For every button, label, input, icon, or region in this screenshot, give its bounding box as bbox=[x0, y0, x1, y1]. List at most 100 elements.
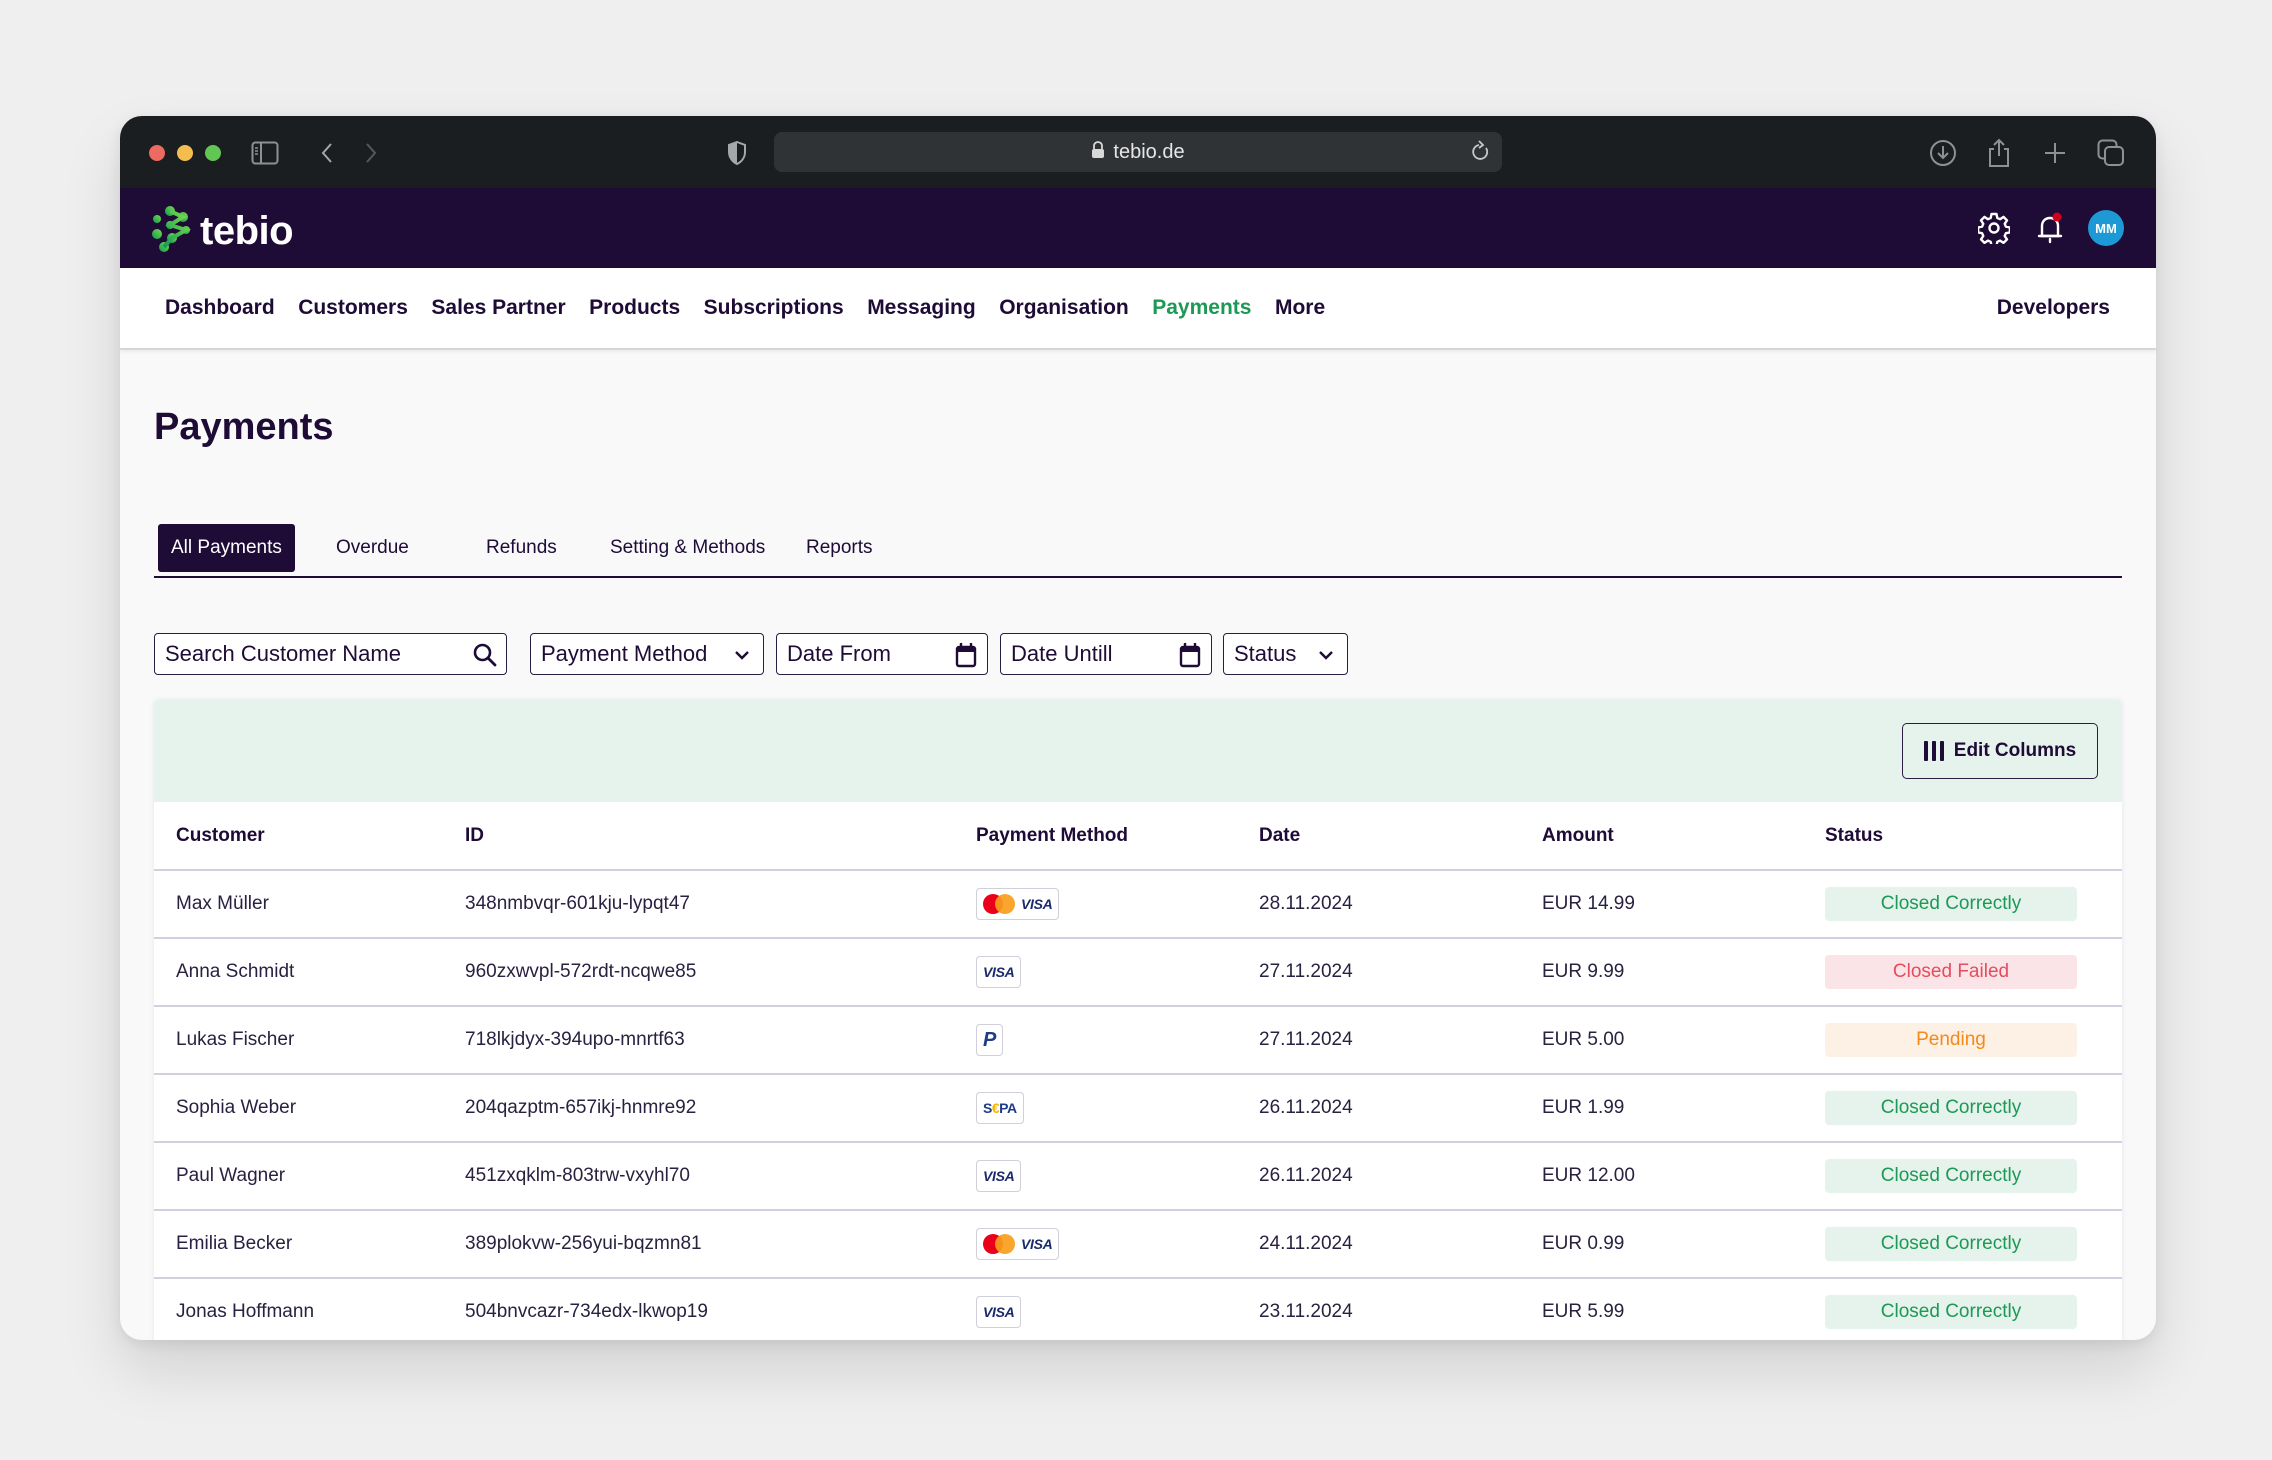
status-cell: Closed Correctly bbox=[1825, 1278, 2122, 1340]
sepa-icon: S€PA bbox=[983, 1100, 1017, 1116]
payment-method-badge: P bbox=[976, 1024, 1004, 1056]
page-title: Payments bbox=[154, 406, 334, 448]
table-row[interactable]: Jonas Hoffmann 504bnvcazr-734edx-lkwop19 V… bbox=[154, 1278, 2122, 1340]
column-header-amount[interactable]: Amount bbox=[1542, 802, 1825, 871]
payment-id: 718lkjdyx-394upo-mnrtf63 bbox=[465, 1006, 976, 1075]
logo-text: tebio bbox=[200, 209, 294, 253]
nav-item-customers[interactable]: Customers bbox=[298, 296, 408, 320]
nav-item-organisation[interactable]: Organisation bbox=[999, 296, 1129, 320]
tabs-overview-icon[interactable] bbox=[2094, 136, 2128, 170]
close-window-button[interactable] bbox=[149, 145, 165, 161]
mastercard-icon bbox=[983, 894, 1015, 914]
nav-item-subscriptions[interactable]: Subscriptions bbox=[704, 296, 844, 320]
column-header-customer[interactable]: Customer bbox=[154, 802, 465, 871]
app-header: tebio MM bbox=[120, 188, 2156, 268]
search-customer-field[interactable] bbox=[154, 633, 507, 675]
nav-item-more[interactable]: More bbox=[1275, 296, 1325, 320]
payments-table: Customer ID Payment Method Date Amount S… bbox=[154, 802, 2122, 1340]
customer-name: Max Müller bbox=[154, 870, 465, 939]
payment-method-dropdown[interactable]: Payment Method bbox=[530, 633, 764, 675]
visa-icon: VISA bbox=[1021, 1236, 1053, 1252]
payment-id: 960zxwvpl-572rdt-ncqwe85 bbox=[465, 938, 976, 1007]
table-row[interactable]: Max Müller 348nmbvqr-601kju-lypqt47 VISA 28… bbox=[154, 870, 2122, 939]
back-icon[interactable] bbox=[310, 136, 344, 170]
table-header-row: Customer ID Payment Method Date Amount S… bbox=[154, 802, 2122, 871]
table-row[interactable]: Paul Wagner 451zxqklm-803trw-vxyhl70 VISA 2… bbox=[154, 1142, 2122, 1211]
status-cell: Pending bbox=[1825, 1006, 2122, 1075]
mastercard-icon bbox=[983, 1234, 1015, 1254]
status-badge: Closed Correctly bbox=[1825, 1295, 2077, 1329]
shield-icon[interactable] bbox=[720, 136, 754, 170]
user-avatar[interactable]: MM bbox=[2088, 210, 2124, 246]
lock-icon bbox=[1091, 140, 1105, 164]
sidebar-toggle-icon[interactable] bbox=[248, 136, 282, 170]
status-badge: Closed Correctly bbox=[1825, 1091, 2077, 1125]
table-row[interactable]: Lukas Fischer 718lkjdyx-394upo-mnrtf63 P 27… bbox=[154, 1006, 2122, 1075]
nav-item-payments[interactable]: Payments bbox=[1152, 296, 1251, 320]
customer-name: Jonas Hoffmann bbox=[154, 1278, 465, 1340]
date-from-field[interactable]: Date From bbox=[776, 633, 988, 675]
payment-method-badge: VISA bbox=[976, 956, 1022, 988]
table-row[interactable]: Anna Schmidt 960zxwvpl-572rdt-ncqwe85 VISA… bbox=[154, 938, 2122, 1007]
zoom-window-button[interactable] bbox=[205, 145, 221, 161]
forward-icon[interactable] bbox=[354, 136, 388, 170]
date-until-field[interactable]: Date Untill bbox=[1000, 633, 1212, 675]
column-header-id[interactable]: ID bbox=[465, 802, 976, 871]
minimize-window-button[interactable] bbox=[177, 145, 193, 161]
download-icon[interactable] bbox=[1926, 136, 1960, 170]
table-row[interactable]: Emilia Becker 389plokvw-256yui-bqzmn81 VIS… bbox=[154, 1210, 2122, 1279]
status-badge: Pending bbox=[1825, 1023, 2077, 1057]
payment-method-cell: VISA bbox=[976, 1142, 1259, 1211]
payment-date: 26.11.2024 bbox=[1259, 1142, 1542, 1211]
status-badge: Closed Correctly bbox=[1825, 1227, 2077, 1261]
status-dropdown[interactable]: Status bbox=[1223, 633, 1348, 675]
settings-gear-icon[interactable] bbox=[1976, 210, 2012, 246]
tab-all-payments[interactable]: All Payments bbox=[158, 524, 295, 572]
logo-mark-icon bbox=[150, 206, 194, 257]
tab-overdue[interactable]: Overdue bbox=[336, 524, 409, 572]
payment-method-cell: VISA bbox=[976, 1278, 1259, 1340]
column-header-date[interactable]: Date bbox=[1259, 802, 1542, 871]
address-bar[interactable]: tebio.de bbox=[774, 132, 1502, 172]
search-icon[interactable] bbox=[472, 642, 498, 668]
payment-amount: EUR 14.99 bbox=[1542, 870, 1825, 939]
payment-id: 504bnvcazr-734edx-lkwop19 bbox=[465, 1278, 976, 1340]
payment-id: 451zxqklm-803trw-vxyhl70 bbox=[465, 1142, 976, 1211]
payment-amount: EUR 1.99 bbox=[1542, 1074, 1825, 1143]
nav-item-developers[interactable]: Developers bbox=[1997, 268, 2110, 348]
nav-item-messaging[interactable]: Messaging bbox=[867, 296, 976, 320]
calendar-icon[interactable] bbox=[1177, 642, 1203, 668]
reload-icon[interactable] bbox=[1470, 140, 1492, 169]
payment-amount: EUR 12.00 bbox=[1542, 1142, 1825, 1211]
chevron-down-icon bbox=[729, 642, 755, 668]
payment-id: 348nmbvqr-601kju-lypqt47 bbox=[465, 870, 976, 939]
payment-method-cell: VISA bbox=[976, 938, 1259, 1007]
customer-name: Sophia Weber bbox=[154, 1074, 465, 1143]
visa-icon: VISA bbox=[1021, 896, 1053, 912]
edit-columns-button[interactable]: Edit Columns bbox=[1902, 723, 2098, 779]
status-badge: Closed Failed bbox=[1825, 955, 2077, 989]
tab-refunds[interactable]: Refunds bbox=[486, 524, 557, 572]
tab-setting-methods[interactable]: Setting & Methods bbox=[610, 524, 765, 572]
table-row[interactable]: Sophia Weber 204qazptm-657ikj-hnmre92 S€PA… bbox=[154, 1074, 2122, 1143]
payment-method-badge: VISA bbox=[976, 1296, 1022, 1328]
tab-reports[interactable]: Reports bbox=[806, 524, 873, 572]
payment-date: 27.11.2024 bbox=[1259, 938, 1542, 1007]
nav-item-sales-partner[interactable]: Sales Partner bbox=[431, 296, 565, 320]
search-customer-input[interactable] bbox=[165, 641, 455, 667]
status-label: Status bbox=[1234, 641, 1297, 666]
new-tab-icon[interactable] bbox=[2038, 136, 2072, 170]
nav-item-products[interactable]: Products bbox=[589, 296, 680, 320]
calendar-icon[interactable] bbox=[953, 642, 979, 668]
share-icon[interactable] bbox=[1982, 136, 2016, 170]
notification-bell-icon[interactable] bbox=[2032, 210, 2068, 246]
payment-amount: EUR 0.99 bbox=[1542, 1210, 1825, 1279]
nav-item-dashboard[interactable]: Dashboard bbox=[165, 296, 275, 320]
status-badge: Closed Correctly bbox=[1825, 1159, 2077, 1193]
column-header-status[interactable]: Status bbox=[1825, 802, 2122, 871]
tebio-logo[interactable]: tebio bbox=[150, 206, 294, 257]
payment-method-cell: VISA bbox=[976, 870, 1259, 939]
chevron-down-icon bbox=[1313, 642, 1339, 668]
sepa-text: PA bbox=[999, 1100, 1017, 1116]
column-header-payment-method[interactable]: Payment Method bbox=[976, 802, 1259, 871]
